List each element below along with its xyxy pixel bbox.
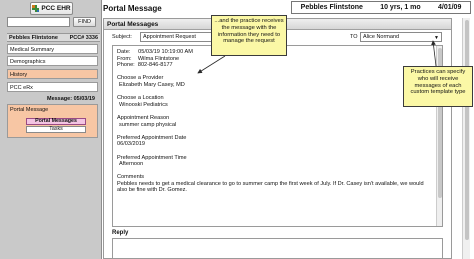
pref-date-value: 06/03/2019: [117, 141, 145, 148]
patient-name: Pebbles Flintstone: [9, 34, 58, 41]
callout-practice-receives: ...and the practice receives the message…: [211, 15, 287, 56]
location-value: Winooski Pediatrics: [119, 101, 168, 108]
page-title: Portal Message: [103, 4, 162, 13]
header-patient-name: Pebbles Flintstone: [300, 4, 363, 11]
comments-heading: Comments: [117, 174, 145, 181]
recipient-select[interactable]: Alice Normand ▼: [360, 32, 442, 42]
provider-value: Elizabeth Mary Casey, MD: [119, 81, 185, 88]
pcc-ehr-button-label: PCC EHR: [41, 5, 71, 12]
tab-tasks[interactable]: Tasks: [26, 126, 86, 133]
reason-heading: Appointment Reason: [117, 114, 170, 121]
portal-message-section[interactable]: Portal Message Portal Messages Tasks: [7, 104, 98, 138]
nav-history[interactable]: History: [7, 69, 98, 79]
recipient-value: Alice Normand: [363, 34, 400, 40]
location-heading: Choose a Location: [117, 95, 164, 102]
message-text: Date: 05/03/19 10:19:00 AM From: Wilma F…: [117, 49, 435, 194]
comments-value: Pebbles needs to get a medical clearance…: [117, 180, 424, 194]
pcc-ehr-button[interactable]: PCC EHR: [30, 2, 73, 15]
callout-practice-specify: Practices can specify who will receive m…: [403, 66, 473, 107]
reply-field[interactable]: [112, 238, 443, 259]
find-button[interactable]: FIND: [73, 17, 96, 27]
nav-medical-summary[interactable]: Medical Summary: [7, 44, 98, 54]
pref-time-heading: Preferred Appointment Time: [117, 154, 187, 161]
header-patient-dob: 4/01/09: [437, 4, 462, 11]
main-scrollbar[interactable]: [462, 18, 470, 259]
patient-id: PCC# 3336: [69, 34, 98, 41]
patient-banner: Pebbles Flintstone PCC# 3336: [7, 33, 100, 42]
chevron-down-icon: ▼: [434, 35, 439, 41]
message-section-label: Message: 05/03/19: [46, 96, 95, 102]
nav-pcc-erx[interactable]: PCC eRx: [7, 82, 98, 92]
to-label: TO: [350, 34, 358, 40]
nav-demographics[interactable]: Demographics: [7, 56, 98, 66]
tab-portal-messages[interactable]: Portal Messages: [26, 118, 86, 125]
provider-heading: Choose a Provider: [117, 75, 164, 82]
sidebar: PCC EHR FIND Pebbles Flintstone PCC# 333…: [0, 0, 102, 259]
header-patient-age: 10 yrs, 1 mo: [380, 4, 421, 11]
message-body[interactable]: Date: 05/03/19 10:19:00 AM From: Wilma F…: [112, 45, 443, 227]
patient-header: Pebbles Flintstone 10 yrs, 1 mo 4/01/09: [291, 1, 471, 14]
message-from: From: Wilma Flintstone: [117, 55, 180, 62]
subject-label: Subject:: [112, 34, 132, 40]
pref-date-heading: Preferred Appointment Date: [117, 134, 187, 141]
message-phone: Phone: 802-846-8177: [117, 62, 173, 69]
reply-label: Reply: [112, 230, 129, 236]
patient-search-input[interactable]: [7, 17, 70, 27]
reason-value: summer camp physical: [119, 121, 177, 128]
portal-message-label: Portal Message: [10, 107, 49, 113]
pref-time-value: Afternoon: [119, 161, 144, 168]
pcc-logo-icon: [32, 5, 40, 12]
